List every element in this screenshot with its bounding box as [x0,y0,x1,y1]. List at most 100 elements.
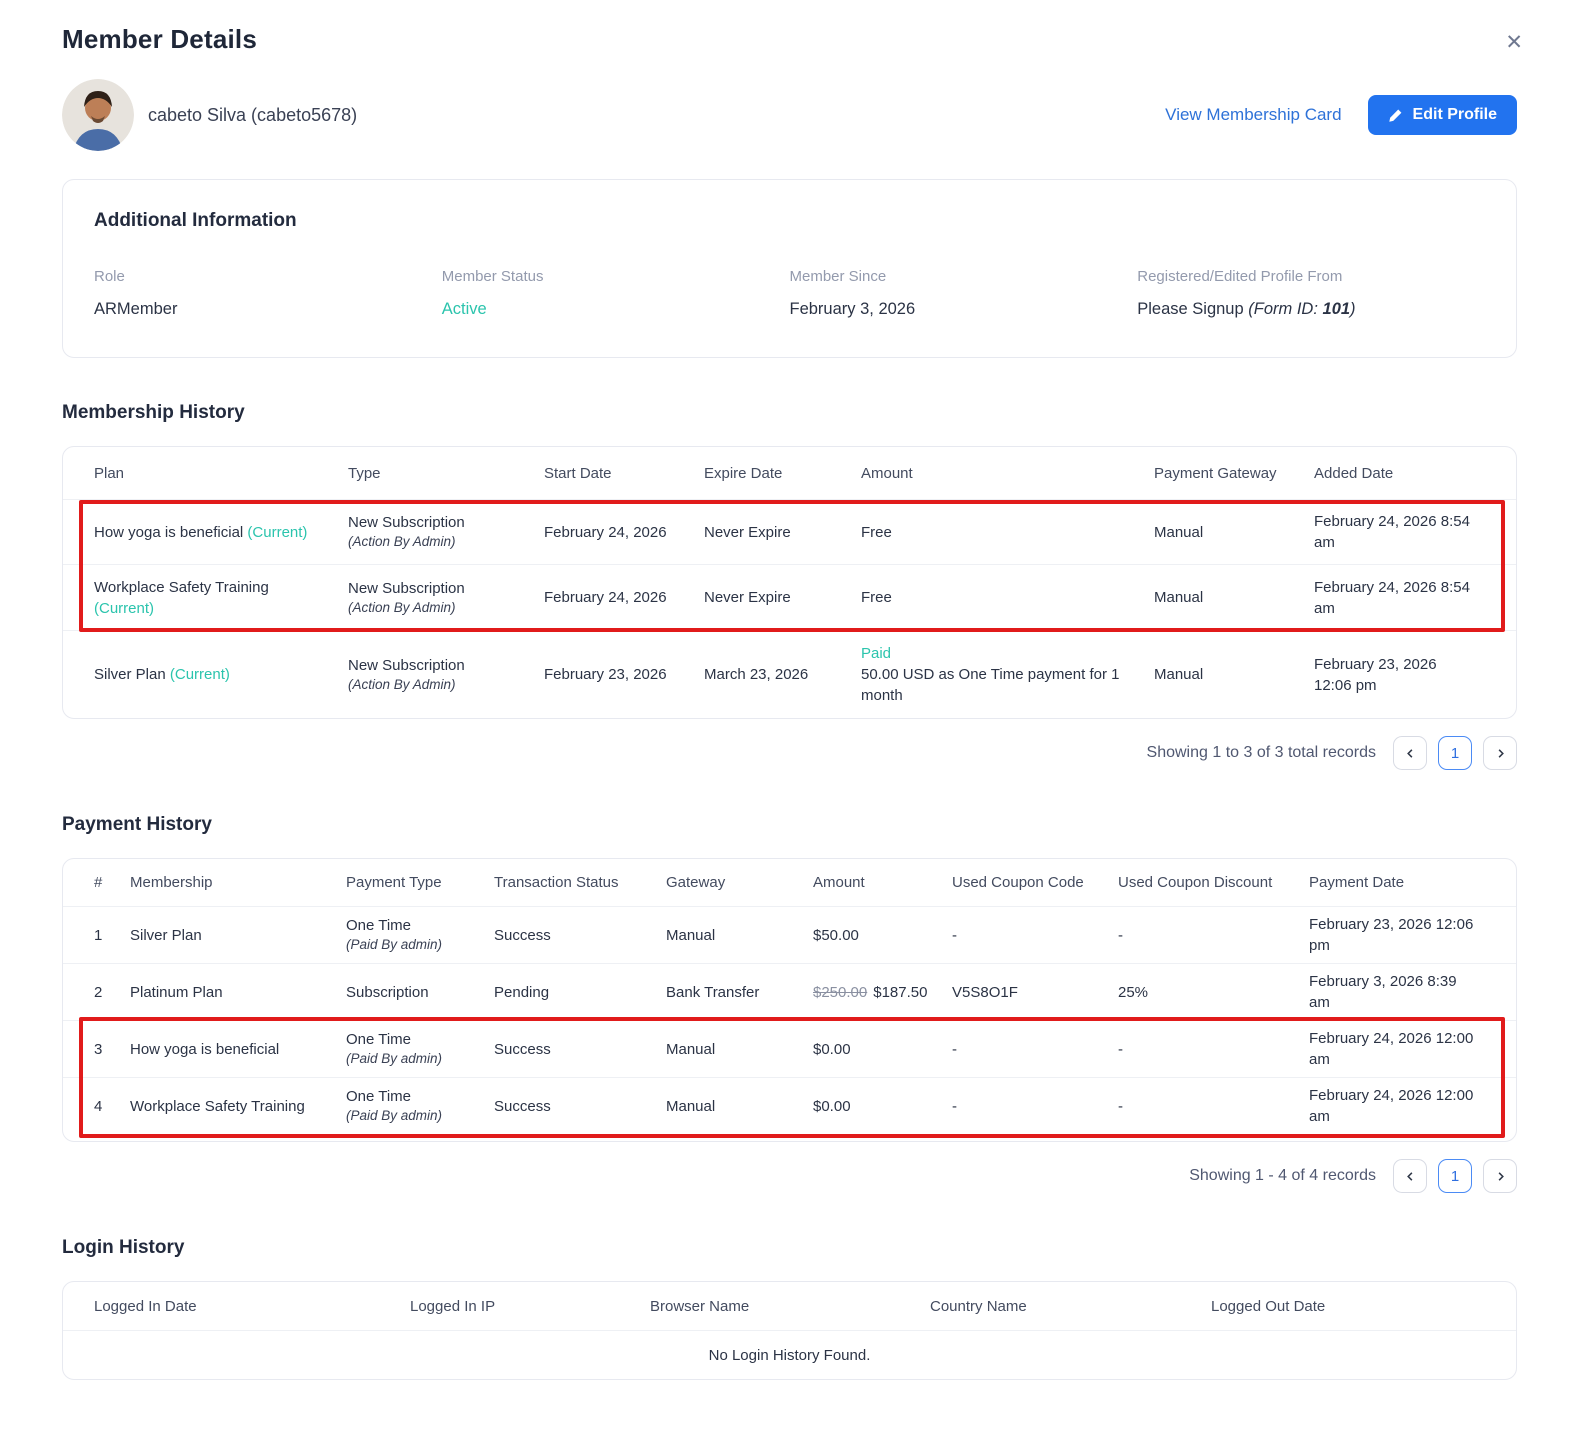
col-payment-date: Payment Date [1309,874,1405,891]
cell-amount: Paid 50.00 USD as One Time payment for 1 … [861,643,1154,706]
col-expire-date: Expire Date [704,464,783,482]
cell-plan: Workplace Safety Training (Current) [94,578,269,617]
field-value: ARMember [94,300,178,318]
chevron-left-icon [1406,1171,1412,1181]
col-browser-name: Browser Name [650,1297,750,1315]
table-row: Silver Plan (Current) New Subscription (A… [63,630,1516,718]
form-id-prefix: (Form ID: [1248,300,1323,318]
cell-payment-type: Subscription [346,983,429,1001]
payment-history-heading: Payment History [62,814,212,835]
profile-row: cabeto Silva (cabeto5678) View Membershi… [62,79,1517,151]
cell-added-date: February 24, 2026 8:54 am [1314,513,1470,551]
field-member-status: Member Status Active [442,268,790,319]
view-membership-card-link[interactable]: View Membership Card [1165,105,1341,125]
empty-state-message: No Login History Found. [63,1330,1516,1379]
cell-gateway: Manual [1154,589,1204,606]
field-label: Registered/Edited Profile From [1137,268,1343,285]
member-name: cabeto Silva (cabeto5678) [148,104,358,125]
col-coupon-discount: Used Coupon Discount [1118,874,1273,891]
profile-actions: View Membership Card Edit Profile [1165,95,1517,135]
page-number-button[interactable]: 1 [1438,1159,1472,1193]
cell-discount: - [1118,926,1123,944]
cell-type: New Subscription (Action By Admin) [348,579,465,615]
table-row: How yoga is beneficial (Current) New Sub… [63,499,1516,564]
cell-gateway: Bank Transfer [666,983,760,1001]
additional-info-card: Additional Information Role ARMember Mem… [62,179,1517,358]
current-tag: (Current) [94,599,155,617]
cell-start-date: February 23, 2026 [544,666,667,683]
col-logged-in-ip: Logged In IP [410,1297,496,1315]
table-row: 4 Workplace Safety Training One Time (Pai… [63,1077,1516,1134]
table-row: Workplace Safety Training (Current) New … [63,564,1516,630]
col-amount: Amount [861,464,913,482]
cell-expire-date: March 23, 2026 [704,666,809,683]
membership-history-table: Plan Type Start Date Expire Date Amount … [62,446,1517,719]
next-page-button[interactable] [1483,1159,1517,1193]
payment-pagination: Showing 1 - 4 of 4 records 1 [62,1159,1517,1193]
cell-plan: Silver Plan (Current) [94,666,230,683]
cell-plan: How yoga is beneficial (Current) [94,523,308,541]
cell-gateway: Manual [1154,666,1204,683]
table-header-row: Plan Type Start Date Expire Date Amount … [63,447,1516,499]
col-gateway: Gateway [666,874,726,891]
col-plan: Plan [94,464,125,482]
records-count-text: Showing 1 - 4 of 4 records [1189,1167,1376,1184]
table-row: 1 Silver Plan One Time (Paid By admin) Su… [63,906,1516,963]
edit-profile-button[interactable]: Edit Profile [1367,95,1517,135]
pencil-icon [1388,109,1401,122]
login-history-table: Logged In Date Logged In IP Browser Name… [62,1281,1517,1380]
cell-gateway: Manual [666,1097,716,1115]
chevron-right-icon [1498,1171,1504,1181]
col-transaction-status: Transaction Status [494,874,619,891]
cell-payment-type: One Time (Paid By admin) [346,1088,443,1124]
cell-gateway: Manual [666,1040,716,1058]
cell-date: February 24, 2026 12:00 am [1309,1087,1474,1125]
close-icon[interactable]: ✕ [1505,30,1523,55]
field-label: Member Since [789,268,887,285]
paid-status: Paid [861,645,892,662]
table-row: 3 How yoga is beneficial One Time (Paid B… [63,1020,1516,1077]
cell-status: Success [494,926,551,944]
cell-date: February 3, 2026 8:39 am [1309,973,1457,1011]
col-number: # [94,874,103,891]
cell-start-date: February 24, 2026 [544,589,667,606]
next-page-button[interactable] [1483,736,1517,770]
col-type: Type [348,464,381,482]
current-tag: (Current) [169,666,230,683]
field-member-since: Member Since February 3, 2026 [790,268,1138,319]
login-history-heading: Login History [62,1237,185,1258]
cell-type: New Subscription (Action By Admin) [348,514,465,550]
cell-status: Success [494,1040,551,1058]
cell-membership: Platinum Plan [130,983,223,1001]
chevron-right-icon [1498,748,1504,758]
original-amount: $250.00 [813,983,868,1001]
edit-profile-label: Edit Profile [1412,106,1497,123]
cell-status: Pending [494,983,550,1001]
prev-page-button[interactable] [1393,736,1427,770]
cell-membership: Silver Plan [130,926,202,944]
registered-form-name: Please Signup [1137,300,1244,318]
col-country-name: Country Name [930,1297,1027,1315]
col-logged-out-date: Logged Out Date [1211,1297,1326,1315]
table-header-row: Logged In Date Logged In IP Browser Name… [63,1282,1516,1330]
col-start-date: Start Date [544,464,612,482]
table-header-row: # Membership Payment Type Transaction St… [63,859,1516,906]
avatar [62,79,134,151]
field-label: Role [94,268,125,285]
page-title: Member Details [62,24,257,54]
cell-gateway: Manual [666,926,716,944]
avatar-photo [62,79,134,151]
cell-payment-type: One Time (Paid By admin) [346,917,443,953]
field-label: Member Status [441,268,544,285]
chevron-left-icon [1406,748,1412,758]
col-coupon-code: Used Coupon Code [952,874,1084,891]
prev-page-button[interactable] [1393,1159,1427,1193]
cell-added-date: February 24, 2026 8:54 am [1314,578,1470,617]
cell-amount: $0.00 [813,1097,851,1115]
cell-membership: How yoga is beneficial [130,1040,280,1058]
cell-expire-date: Never Expire [704,523,791,541]
page-number-button[interactable]: 1 [1438,736,1472,770]
cell-number: 2 [94,983,103,1001]
cell-amount: Free [861,523,892,541]
cell-number: 1 [94,926,103,944]
